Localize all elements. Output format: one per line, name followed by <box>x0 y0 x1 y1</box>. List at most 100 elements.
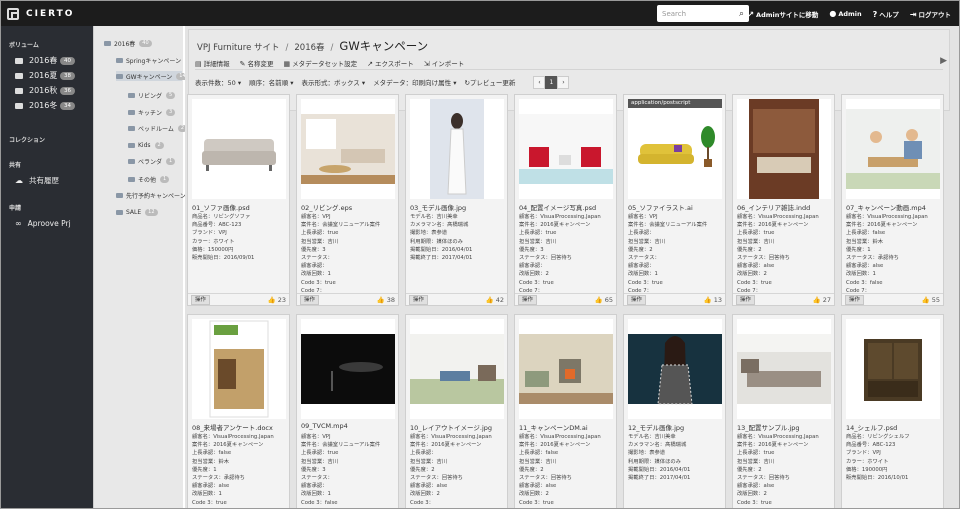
details-button[interactable]: ▤ 詳細情報 <box>195 58 230 68</box>
tree-node[interactable]: ベランダ 1 <box>128 156 176 166</box>
asset-thumbnail[interactable] <box>519 99 613 199</box>
format-select[interactable]: 表示形式：ボックス ▾ <box>301 77 365 87</box>
tree-node[interactable]: その他 1 <box>128 174 170 184</box>
operation-button[interactable]: 操作 <box>518 294 538 305</box>
operation-button[interactable]: 操作 <box>300 294 320 305</box>
sidebar-volume[interactable]: 2016冬 34 <box>1 98 93 113</box>
metadata-set-button[interactable]: ▦ メタデータセット設定 <box>284 58 358 68</box>
asset-card[interactable]: 11_キャンペーンDM.ai 顧客名：VisualProcessing.Japan… <box>514 314 617 508</box>
asset-card[interactable]: 08_来場者アンケート.docx 顧客名：VisualProcessing.Jap… <box>187 314 290 508</box>
asset-name[interactable]: 02_リビング.eps <box>301 202 397 212</box>
asset-name[interactable]: 01_ソファ画像.psd <box>192 202 288 212</box>
asset-thumbnail[interactable] <box>519 319 613 419</box>
asset-name[interactable]: 08_来場者アンケート.docx <box>192 422 288 432</box>
asset-thumbnail[interactable] <box>192 319 286 419</box>
search-box[interactable]: Search ⌕ <box>657 5 749 22</box>
asset-card[interactable]: 02_リビング.eps 顧客名：VPJ 案件名：会議室リニューアル案件 上長承認：tr… <box>296 94 399 306</box>
tree-node[interactable]: Springキャンペーン <box>116 55 181 65</box>
count-select[interactable]: 表示件数：50 ▾ <box>195 77 241 87</box>
tree-node[interactable]: SALE 12 <box>116 207 158 217</box>
prev-page-button[interactable]: ‹ <box>533 75 546 89</box>
asset-thumbnail[interactable] <box>628 319 722 419</box>
sort-select[interactable]: 順序：名前順 ▾ <box>249 77 293 87</box>
preview-refresh-button[interactable]: ↻プレビュー更新 <box>464 77 515 87</box>
page-number[interactable]: 1 <box>545 75 558 89</box>
sidebar-item-shared-history[interactable]: ☁ 共有履歴 <box>1 173 93 187</box>
asset-card[interactable]: 01_ソファ画像.psd 商品名：リビングソファ 商品番号：ABC-123 ブランド：… <box>187 94 290 306</box>
like-count[interactable]: 👍 27 <box>813 296 831 304</box>
asset-name[interactable]: 12_モデル画像.jpg <box>628 422 724 432</box>
asset-card[interactable]: 06_インテリア雑誌.indd 顧客名：VisualProcessing.Japa… <box>732 94 835 306</box>
operation-button[interactable]: 操作 <box>736 294 756 305</box>
asset-name[interactable]: 04_配置イメージ写真.psd <box>519 202 615 212</box>
asset-card[interactable]: 14_シェルフ.psd 商品名：リビングシェルフ 商品番号：ABC-123 ブランド：… <box>841 314 944 508</box>
search-icon[interactable]: ⌕ <box>739 9 744 19</box>
asset-thumbnail[interactable] <box>410 99 504 199</box>
breadcrumb-site[interactable]: VPJ Furniture サイト <box>197 41 280 53</box>
tree-node[interactable]: 先行予約キャンペーン <box>116 190 186 200</box>
like-count[interactable]: 👍 38 <box>377 296 395 304</box>
breadcrumb-volume[interactable]: 2016春 <box>294 41 324 53</box>
operation-button[interactable]: 操作 <box>627 294 647 305</box>
asset-thumbnail[interactable] <box>301 319 395 419</box>
asset-name[interactable]: 07_キャンペーン動画.mp4 <box>846 202 942 212</box>
sidebar-item-aproove[interactable]: ∞ Aproove Prj <box>1 216 93 230</box>
asset-card[interactable]: 10_レイアウトイメージ.jpg 顧客名：VisualProcessing.Jap… <box>405 314 508 508</box>
asset-card[interactable]: application/postscript 05_ソファイラスト.ai 顧客名：V… <box>623 94 726 306</box>
asset-name[interactable]: 09_TVCM.mp4 <box>301 422 397 430</box>
asset-thumbnail[interactable] <box>846 319 940 419</box>
export-button[interactable]: ↗ エクスポート <box>367 58 414 68</box>
asset-card[interactable]: 03_モデル画像.jpg モデル名：吉川美幸 カメラマン名：髙橋瑞城 撮影地：表参道利… <box>405 94 508 306</box>
tree-node-selected[interactable]: GWキャンペーン 14 <box>116 71 189 81</box>
tree-node[interactable]: リビング 5 <box>128 90 176 100</box>
asset-name[interactable]: 13_配置サンプル.jpg <box>737 422 833 432</box>
admin-site-link[interactable]: ↗ Adminサイトに移動 <box>747 9 818 19</box>
logout-link[interactable]: ⇥ ログアウト <box>910 9 951 19</box>
asset-thumbnail[interactable] <box>737 99 831 199</box>
asset-thumbnail[interactable] <box>846 99 940 199</box>
like-count[interactable]: 👍 42 <box>486 296 504 304</box>
sidebar-volume[interactable]: 2016秋 36 <box>1 83 93 98</box>
asset-name[interactable]: 11_キャンペーンDM.ai <box>519 422 615 432</box>
metadata-select[interactable]: メタデータ：印刷向け属性 ▾ <box>373 77 456 87</box>
asset-thumbnail[interactable] <box>301 99 395 199</box>
shared-section-title: 共有 <box>9 162 22 169</box>
asset-card[interactable]: 13_配置サンプル.jpg 顧客名：VisualProcessing.Japan 案… <box>732 314 835 508</box>
next-page-button[interactable]: › <box>557 75 570 89</box>
operation-button[interactable]: 操作 <box>409 294 429 305</box>
asset-thumbnail[interactable] <box>410 319 504 419</box>
tree-node[interactable]: ベッドルーム 2 <box>128 123 188 133</box>
operation-button[interactable]: 操作 <box>845 294 865 305</box>
asset-card[interactable]: 04_配置イメージ写真.psd 顧客名：VisualProcessing.Japa… <box>514 94 617 306</box>
asset-card[interactable]: 07_キャンペーン動画.mp4 顧客名：VisualProcessing.Japa… <box>841 94 944 306</box>
asset-thumbnail[interactable]: application/postscript <box>628 99 722 199</box>
tree-node[interactable]: キッチン 3 <box>128 107 176 117</box>
panel-toggle-icon[interactable]: ▶ <box>940 56 947 66</box>
sidebar-volume[interactable]: 2016夏 38 <box>1 68 93 83</box>
asset-thumbnail[interactable] <box>737 319 831 419</box>
asset-name[interactable]: 05_ソファイラスト.ai <box>628 202 724 212</box>
asset-name[interactable]: 06_インテリア雑誌.indd <box>737 202 833 212</box>
search-input[interactable]: Search <box>662 10 686 18</box>
tree-node[interactable]: Kids 2 <box>128 140 164 150</box>
asset-name[interactable]: 10_レイアウトイメージ.jpg <box>410 422 506 432</box>
like-count-value: 65 <box>604 295 613 304</box>
rename-button[interactable]: ✎ 名称変更 <box>240 58 274 68</box>
like-count[interactable]: 👍 65 <box>595 296 613 304</box>
logo[interactable]: CIERTO <box>7 7 74 20</box>
card-footer: 操作 👍 38 <box>297 293 398 305</box>
help-link[interactable]: ? ヘルプ <box>873 9 899 19</box>
asset-card[interactable]: 09_TVCM.mp4 顧客名：VPJ 案件名：会議室リニューアル案件 上長承認：tr… <box>296 314 399 508</box>
like-count[interactable]: 👍 55 <box>922 296 940 304</box>
asset-name[interactable]: 14_シェルフ.psd <box>846 422 942 432</box>
operation-button[interactable]: 操作 <box>191 294 211 305</box>
asset-card[interactable]: 12_モデル画像.jpg モデル名：吉川美幸 カメラマン名：髙橋瑞城 撮影地：表参道利… <box>623 314 726 508</box>
asset-thumbnail[interactable] <box>192 99 286 199</box>
user-menu[interactable]: ● Admin <box>829 9 861 18</box>
asset-name[interactable]: 03_モデル画像.jpg <box>410 202 506 212</box>
tree-node[interactable]: 2016春 40 <box>104 38 152 48</box>
like-count[interactable]: 👍 23 <box>268 296 286 304</box>
like-count[interactable]: 👍 13 <box>704 296 722 304</box>
sidebar-volume[interactable]: 2016春 40 <box>1 53 93 68</box>
import-button[interactable]: ⇲ インポート <box>424 58 464 68</box>
